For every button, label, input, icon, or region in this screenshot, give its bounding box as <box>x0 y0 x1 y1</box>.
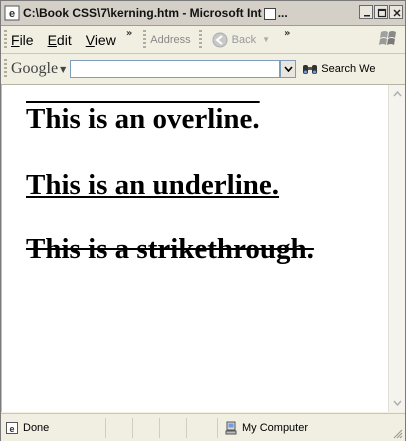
google-search-history-dropdown[interactable] <box>280 60 297 78</box>
menu-overflow-chevron[interactable]: » <box>126 28 132 39</box>
google-search-input[interactable] <box>70 60 281 78</box>
close-icon <box>393 9 401 17</box>
page-done-icon: e <box>6 421 18 434</box>
google-grip[interactable] <box>4 59 7 79</box>
status-segment <box>105 417 132 438</box>
menu-file[interactable]: File <box>11 32 34 48</box>
address-grip[interactable] <box>143 29 147 50</box>
status-segment <box>159 417 186 438</box>
google-logo[interactable]: Google <box>11 60 58 78</box>
window-title: C:\Book CSS\7\kerning.htm - Microsoft In… <box>23 6 288 20</box>
strikethrough-text: This is a strikethrough. <box>26 233 314 265</box>
back-dropdown-icon[interactable]: ▼ <box>262 35 270 44</box>
status-done: e Done <box>5 421 105 435</box>
toolbar-overflow-chevron[interactable]: » <box>284 28 290 39</box>
scroll-down-button[interactable] <box>390 395 405 411</box>
menu-edit[interactable]: Edit <box>48 32 72 48</box>
menu-bar: File Edit View » Address Back ▼ » <box>1 26 405 54</box>
back-arrow-icon <box>212 32 228 47</box>
status-text: Done <box>23 421 50 434</box>
computer-icon <box>225 421 237 434</box>
google-menu-dropdown-icon[interactable]: ▼ <box>60 65 66 74</box>
underline-text: This is an underline. <box>26 169 280 201</box>
maximize-button[interactable] <box>374 5 388 19</box>
toolbar-grip[interactable] <box>4 29 7 50</box>
back-button[interactable]: Back ▼ <box>212 32 270 48</box>
nav-grip[interactable] <box>198 29 202 50</box>
svg-text:e: e <box>9 424 14 434</box>
google-toolbar: Google ▼ Search We <box>1 54 405 85</box>
resize-grip-icon[interactable] <box>391 427 403 439</box>
google-search-web-button[interactable]: Search We <box>302 62 375 76</box>
vertical-scrollbar[interactable] <box>388 85 405 412</box>
scroll-up-button[interactable] <box>390 86 405 102</box>
status-segment <box>132 417 159 438</box>
maximize-icon <box>377 8 387 18</box>
menu-view[interactable]: View <box>86 32 116 48</box>
title-page-icon <box>263 7 276 20</box>
binoculars-icon <box>303 65 318 74</box>
svg-text:e: e <box>9 8 15 20</box>
status-bar: e Done My Computer <box>1 413 405 441</box>
search-web-label: Search We <box>321 63 376 75</box>
security-zone[interactable]: My Computer <box>217 417 309 438</box>
windows-logo-icon <box>379 31 396 45</box>
close-button[interactable] <box>389 5 403 19</box>
title-bar: e C:\Book CSS\7\kerning.htm - Microsoft … <box>1 1 405 26</box>
ie-icon: e <box>4 5 20 21</box>
page-content: This is an overline. This is an underlin… <box>1 85 388 412</box>
scroll-down-arrow-icon <box>393 400 402 406</box>
scroll-up-arrow-icon <box>393 91 402 97</box>
overline-text: This is an overline. <box>26 103 260 135</box>
back-label: Back <box>231 33 257 46</box>
browser-window: e C:\Book CSS\7\kerning.htm - Microsoft … <box>0 0 406 441</box>
minimize-button[interactable] <box>359 5 373 19</box>
status-segment <box>186 417 213 438</box>
minimize-icon <box>364 15 370 17</box>
address-label[interactable]: Address <box>150 34 190 46</box>
zone-label: My Computer <box>242 421 309 434</box>
chevron-down-icon <box>284 66 293 72</box>
